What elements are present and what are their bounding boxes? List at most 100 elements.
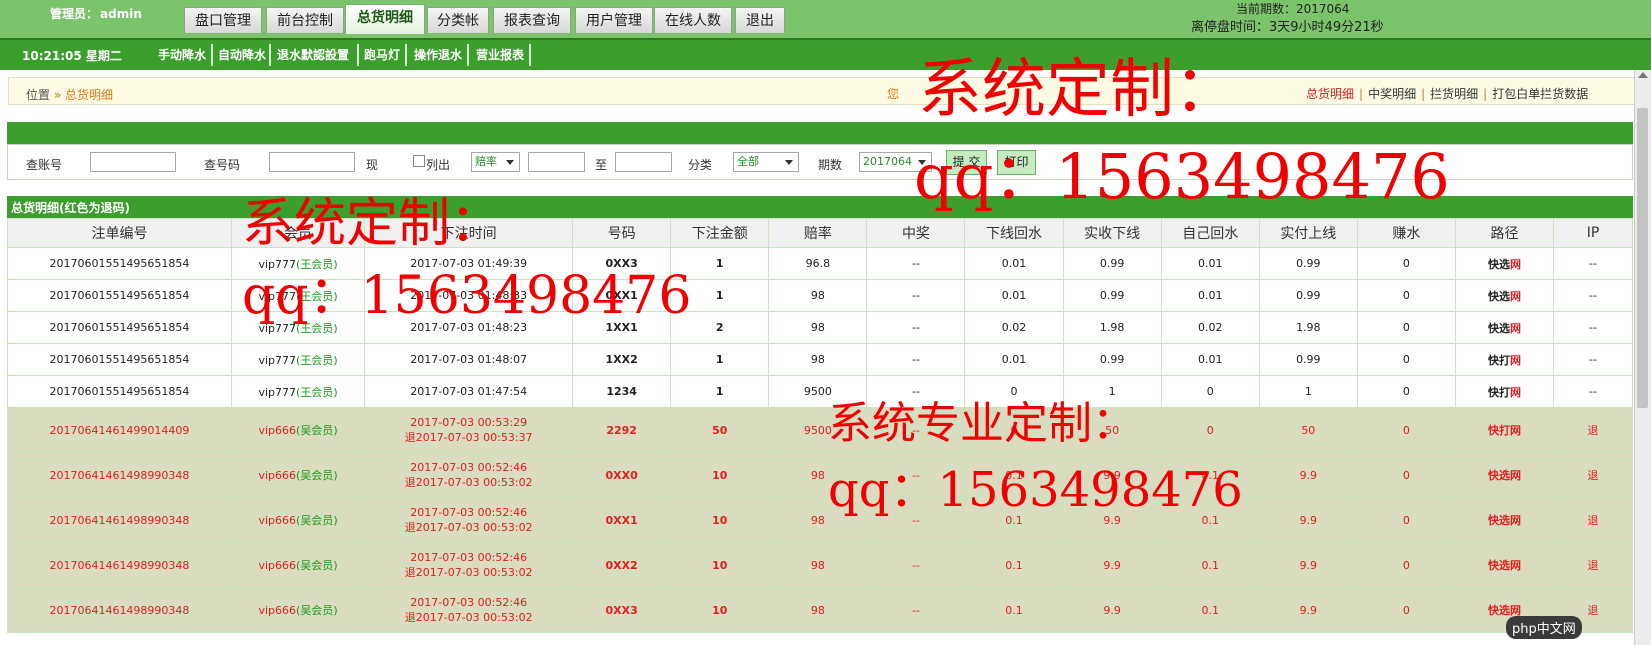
earned-rebate: 0 xyxy=(1402,257,1410,270)
upline-paid: 9.9 xyxy=(1299,513,1318,527)
scroll-up-arrow-icon[interactable] xyxy=(1638,72,1648,78)
sub-nav-item[interactable]: 营业报表 xyxy=(473,44,531,66)
bet-time: 2017-07-03 01:48:07 xyxy=(410,353,528,366)
column-header[interactable]: 注单编号 xyxy=(7,218,232,248)
earned-rebate: 0 xyxy=(1402,385,1410,398)
sub-nav-item[interactable]: 操作退水 xyxy=(411,44,469,66)
table-row[interactable]: 20170641461498990348 vip666(吴会员) 2017-07-0… xyxy=(7,452,1633,498)
column-header[interactable]: IP xyxy=(1553,218,1633,248)
bet-path: 快打 xyxy=(1488,424,1510,437)
range-to-input[interactable] xyxy=(615,152,672,172)
username[interactable]: vip666 xyxy=(258,469,296,482)
table-title: 总货明细(红色为退码) xyxy=(11,201,130,215)
tab-0[interactable]: 盘口管理 xyxy=(184,7,262,33)
upline-paid: 1 xyxy=(1304,385,1312,398)
earned-rebate: 0 xyxy=(1402,423,1410,437)
sub-nav-item[interactable]: 退水默認設置 xyxy=(274,44,359,66)
ip-address: 退 xyxy=(1587,559,1599,572)
column-header[interactable]: 实收下线 xyxy=(1062,218,1162,248)
net-tag: 网 xyxy=(1510,353,1521,367)
net-tag: 网 xyxy=(1510,321,1521,335)
table-row[interactable]: 20170601551495651854 vip777(王会员) 2017-07-0… xyxy=(7,375,1633,408)
now-checkbox[interactable] xyxy=(413,155,425,167)
ip-address: 退 xyxy=(1587,604,1599,617)
number-input[interactable] xyxy=(269,152,355,172)
clock: 10:21:05 星期二 xyxy=(22,49,122,63)
order-id: 20170641461498990348 xyxy=(49,558,190,572)
number-label: 查号码 xyxy=(204,158,241,172)
order-id: 20170641461499014409 xyxy=(49,423,190,437)
sub-nav-item[interactable]: 跑马灯 xyxy=(361,44,407,66)
bet-amount: 2 xyxy=(715,321,724,334)
earned-rebate: 0 xyxy=(1402,321,1410,334)
right-link[interactable]: 总货明细 xyxy=(1306,87,1354,101)
bet-amount: 10 xyxy=(712,603,728,617)
username[interactable]: vip777 xyxy=(258,386,296,399)
bet-number: 1XX2 xyxy=(605,353,638,366)
column-header[interactable]: 赚水 xyxy=(1356,218,1456,248)
bet-number: 0XX0 xyxy=(605,468,638,482)
table-row[interactable]: 20170641461498990348 vip666(吴会员) 2017-07-0… xyxy=(7,497,1633,543)
column-header[interactable]: 中奖 xyxy=(866,218,966,248)
watermark-text: 系统专业定制： xyxy=(828,398,1136,449)
tab-1[interactable]: 前台控制 xyxy=(266,7,344,33)
column-header[interactable]: 赔率 xyxy=(768,218,868,248)
right-link[interactable]: 打包白单拦货数据 xyxy=(1492,87,1588,101)
member-name: 王会员 xyxy=(300,353,334,367)
self-rebate: 0.02 xyxy=(1197,321,1223,334)
right-links: 总货明细 | 中奖明细 | 拦货明细 | 打包白单拦货数据 xyxy=(1306,85,1588,102)
username[interactable]: vip777 xyxy=(258,354,296,367)
range-from-input[interactable] xyxy=(528,152,585,172)
table-row[interactable]: 20170641461498990348 vip666(吴会员) 2017-07-0… xyxy=(7,587,1633,633)
table-row[interactable]: 20170641461498990348 vip666(吴会员) 2017-07-0… xyxy=(7,542,1633,588)
tab-4[interactable]: 报表查询 xyxy=(493,7,571,33)
list-select[interactable]: 赔率 xyxy=(471,152,520,172)
scrollbar-thumb[interactable] xyxy=(1637,108,1648,408)
odds: 98 xyxy=(810,289,825,302)
sub-nav-item[interactable]: 自动降水 xyxy=(215,44,271,66)
column-header[interactable]: 号码 xyxy=(572,218,672,248)
username[interactable]: vip666 xyxy=(258,514,296,527)
net-tag: 网 xyxy=(1510,289,1521,303)
upline-paid: 50 xyxy=(1301,423,1316,437)
tab-5[interactable]: 用户管理 xyxy=(575,7,653,33)
odds: 98 xyxy=(810,353,825,366)
net-tag: 网 xyxy=(1510,469,1521,482)
tab-6[interactable]: 在线人数 xyxy=(654,7,732,33)
category-select[interactable]: 全部 xyxy=(733,152,799,172)
list-label: 列出 xyxy=(426,158,451,172)
table-row[interactable]: 20170641461499014409 vip666(吴会员) 2017-07-0… xyxy=(7,407,1633,453)
admin-name: admin xyxy=(100,7,142,21)
downline-rebate: 0.1 xyxy=(1005,603,1023,617)
order-id: 20170601551495651854 xyxy=(49,353,190,366)
right-link[interactable]: 拦货明细 xyxy=(1430,87,1478,101)
account-input[interactable] xyxy=(90,152,176,172)
bet-time: 2017-07-03 00:52:46 xyxy=(410,595,528,609)
column-header[interactable]: 路径 xyxy=(1454,218,1555,248)
table-row[interactable]: 20170601551495651854 vip777(王会员) 2017-07-0… xyxy=(7,343,1633,376)
bet-number: 0XX2 xyxy=(605,558,638,572)
tab-2[interactable]: 总货明细 xyxy=(345,4,425,34)
order-id: 20170641461498990348 xyxy=(49,603,190,617)
username[interactable]: vip666 xyxy=(258,424,296,437)
column-header[interactable]: 自己回水 xyxy=(1160,218,1260,248)
username[interactable]: vip666 xyxy=(258,559,296,572)
downline-rebate: 0.1 xyxy=(1005,558,1023,572)
tab-3[interactable]: 分类帐 xyxy=(427,7,489,33)
column-header[interactable]: 下线回水 xyxy=(964,218,1064,248)
order-id: 20170641461498990348 xyxy=(49,513,190,527)
right-link[interactable]: 中奖明细 xyxy=(1368,87,1416,101)
sub-nav-item[interactable]: 手动降水 xyxy=(155,44,213,66)
username[interactable]: vip666 xyxy=(258,604,296,617)
breadcrumb-position: 位置 xyxy=(26,88,51,102)
column-header[interactable]: 下注金额 xyxy=(670,218,770,248)
downline-rebate: 0 xyxy=(1010,385,1018,398)
win-amount: -- xyxy=(911,353,920,366)
column-header[interactable]: 实付上线 xyxy=(1258,218,1358,248)
downline-rebate: 0.01 xyxy=(1001,257,1027,270)
bet-amount: 1 xyxy=(715,385,724,398)
tab-7[interactable]: 退出 xyxy=(735,7,785,33)
member-name: 吴会员 xyxy=(300,424,334,437)
refund-time: 退2017-07-03 00:53:02 xyxy=(404,475,533,489)
bet-path: 快打 xyxy=(1488,353,1510,367)
